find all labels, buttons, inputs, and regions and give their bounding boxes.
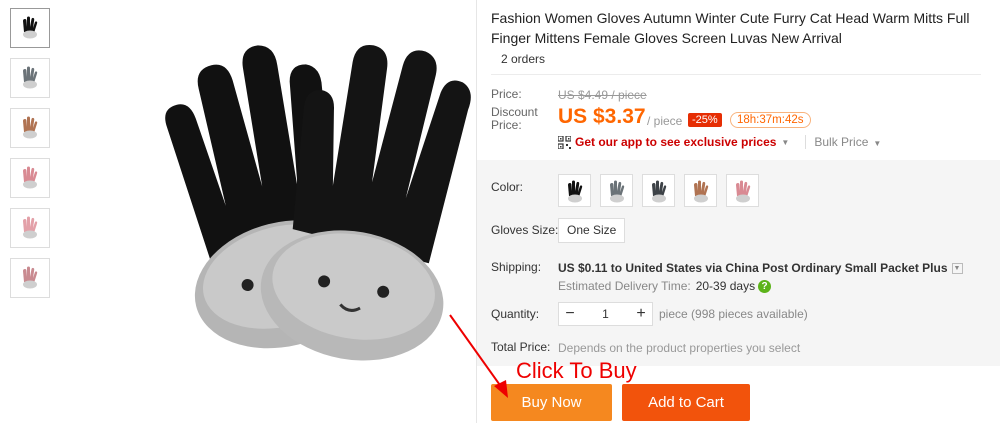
chevron-down-icon[interactable]: ▼: [781, 138, 789, 147]
product-main-image[interactable]: [62, 0, 472, 423]
total-price-note: Depends on the product properties you se…: [558, 341, 801, 355]
color-label: Color:: [491, 180, 524, 194]
product-title: Fashion Women Gloves Autumn Winter Cute …: [491, 10, 970, 46]
bulk-price-link[interactable]: Bulk Price ▼: [805, 135, 881, 149]
divider: [491, 74, 981, 75]
color-swatch[interactable]: [642, 174, 675, 207]
availability-text: piece (998 pieces available): [659, 307, 808, 321]
red-arrow-icon: [449, 314, 508, 398]
shipping-destination: United States via China Post Ordinary Sm…: [625, 261, 948, 275]
size-label: Gloves Size:: [491, 223, 559, 237]
shipping-cost: US $0.11: [558, 261, 608, 275]
glove-thumbnail-icon: [23, 116, 38, 139]
color-swatch[interactable]: [684, 174, 717, 207]
qr-code-icon: [558, 135, 571, 149]
add-to-cart-button[interactable]: Add to Cart: [622, 384, 750, 421]
glove-thumbnail-icon: [23, 166, 38, 189]
shipping-to: to: [610, 261, 623, 275]
delivery-label: Estimated Delivery Time:: [558, 279, 691, 293]
size-option[interactable]: One Size: [558, 218, 626, 243]
thumbnail[interactable]: [10, 158, 50, 198]
original-price: US $4.49 / piece: [558, 88, 647, 102]
color-swatches: [558, 174, 759, 207]
order-count: 2 orders: [501, 52, 546, 66]
glove-swatch-icon: [567, 180, 582, 202]
glove-thumbnail-icon: [23, 16, 38, 39]
price-label: Price:: [491, 87, 522, 101]
decrement-button[interactable]: −: [559, 303, 581, 325]
countdown-badge: 18h:37m:42s: [730, 112, 811, 128]
color-swatch[interactable]: [600, 174, 633, 207]
delivery-days: 20-39 days: [695, 279, 756, 293]
color-swatch[interactable]: [726, 174, 759, 207]
delivery-estimate: Estimated Delivery Time: 20-39 days ?: [558, 279, 772, 293]
app-promo-link[interactable]: Get our app to see exclusive prices: [575, 135, 776, 149]
discount-price: US $3.37: [558, 105, 646, 128]
discount-badge: -25%: [688, 113, 722, 127]
question-icon[interactable]: ?: [758, 279, 772, 293]
bulk-price-label: Bulk Price: [814, 135, 869, 149]
thumbnail[interactable]: [10, 8, 50, 48]
thumbnail[interactable]: [10, 58, 50, 98]
thumbnail-list: [10, 8, 52, 308]
app-promo-row: Get our app to see exclusive prices ▼ Bu…: [558, 134, 881, 150]
discount-price-label: Discount Price:: [491, 105, 538, 132]
glove-swatch-icon: [693, 180, 708, 202]
increment-button[interactable]: +: [630, 303, 652, 325]
price-unit: / piece: [647, 114, 683, 128]
thumbnail[interactable]: [10, 258, 50, 298]
glove-swatch-icon: [735, 180, 750, 202]
thumbnail[interactable]: [10, 108, 50, 148]
annotation-text: Click To Buy: [516, 358, 637, 383]
shipping-info: US $0.11 to United States via China Post…: [558, 261, 963, 275]
chevron-down-icon[interactable]: ▼: [951, 262, 963, 274]
glove-swatch-icon: [609, 180, 624, 202]
quantity-input[interactable]: 1: [581, 307, 630, 321]
shipping-label: Shipping:: [491, 260, 542, 274]
quantity-stepper: − 1 +: [558, 302, 653, 326]
glove-thumbnail-icon: [23, 66, 38, 89]
chevron-down-icon: ▼: [873, 139, 882, 148]
glove-swatch-icon: [651, 180, 666, 202]
thumbnail[interactable]: [10, 208, 50, 248]
gloves-photo: [165, 44, 471, 361]
color-swatch[interactable]: [558, 174, 591, 207]
glove-thumbnail-icon: [23, 266, 38, 289]
glove-thumbnail-icon: [23, 216, 38, 239]
